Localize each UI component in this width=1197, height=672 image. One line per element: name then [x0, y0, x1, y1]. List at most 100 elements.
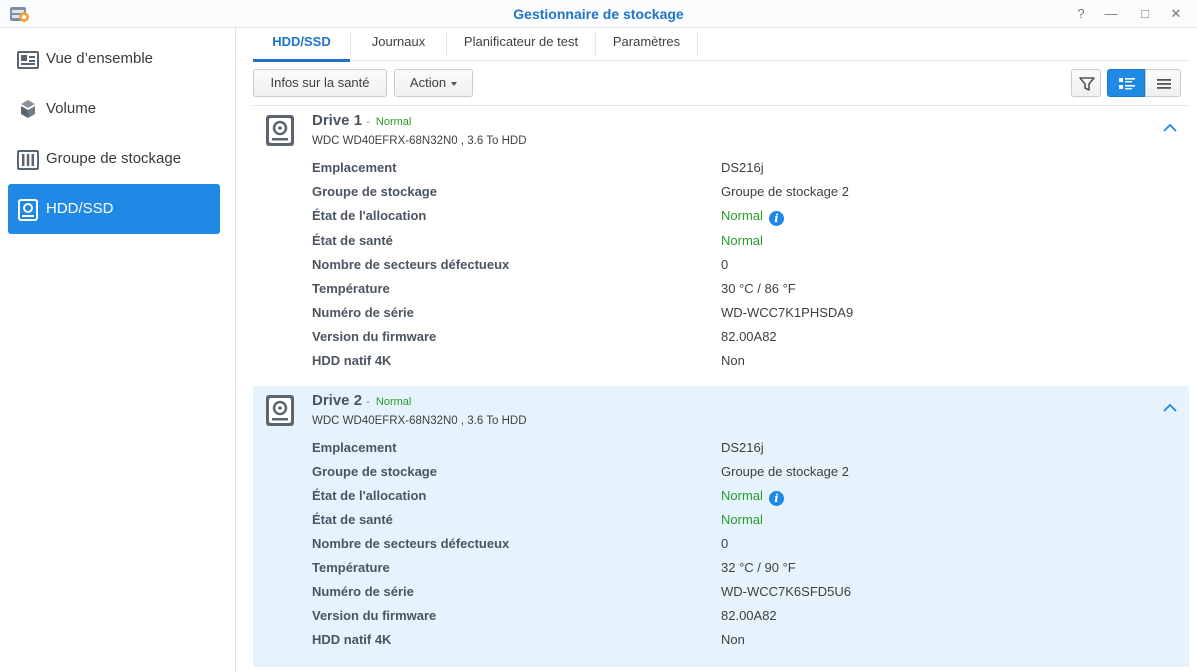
field-value: Non	[721, 632, 745, 647]
info-row: HDD natif 4K Non	[253, 632, 1189, 656]
tab-settings[interactable]: Paramètres	[596, 28, 697, 61]
drive-model: WDC WD40EFRX-68N32N0 , 3.6 To HDD	[312, 135, 527, 147]
field-label: Groupe de stockage	[312, 184, 437, 199]
drive-model: WDC WD40EFRX-68N32N0 , 3.6 To HDD	[312, 415, 527, 427]
hdd-icon	[18, 199, 38, 221]
info-row: Version du firmware 82.00A82	[253, 608, 1189, 632]
field-value: WD-WCC7K1PHSDA9	[721, 305, 854, 320]
hdd-icon	[266, 395, 294, 426]
field-label: Numéro de série	[312, 305, 414, 320]
separator: -	[366, 116, 370, 128]
sidebar-item-label: Groupe de stockage	[46, 150, 182, 167]
field-value: 82.00A82	[721, 329, 777, 344]
info-row: Température 32 °C / 90 °F	[253, 560, 1189, 584]
info-row: Température 30 °C / 86 °F	[253, 281, 1189, 305]
storage-pool-icon	[17, 150, 39, 170]
title-bar: Gestionnaire de stockage ? — □ ✕	[0, 0, 1197, 28]
chevron-up-icon[interactable]	[1162, 402, 1178, 414]
tab-bar: HDD/SSD Journaux Planificateur de test P…	[253, 28, 1189, 62]
hdd-icon	[266, 115, 294, 146]
field-value-status: Normal i	[721, 488, 784, 506]
field-value: 82.00A82	[721, 608, 777, 623]
status-text: Normal	[721, 488, 763, 503]
field-label: État de santé	[312, 512, 393, 527]
info-row: Nombre de secteurs défectueux 0	[253, 536, 1189, 560]
info-row: État de santé Normal	[253, 233, 1189, 257]
field-label: Numéro de série	[312, 584, 414, 599]
close-icon[interactable]: ✕	[1166, 4, 1186, 24]
field-label: Nombre de secteurs défectueux	[312, 536, 510, 551]
sidebar-item-label: Volume	[46, 100, 97, 117]
drive-title: Drive 1- Normal	[312, 112, 411, 129]
drive-title: Drive 2- Normal	[312, 392, 411, 409]
field-label: État de l'allocation	[312, 208, 427, 223]
list-view-toggle[interactable]	[1145, 69, 1181, 97]
info-icon[interactable]: i	[768, 491, 784, 506]
field-value: Non	[721, 353, 745, 368]
tab-hdd-ssd[interactable]: HDD/SSD	[253, 28, 350, 62]
action-dropdown-button[interactable]: Action	[394, 69, 473, 97]
drive-status: Normal	[375, 116, 412, 128]
info-row: Groupe de stockage Groupe de stockage 2	[253, 184, 1189, 208]
sidebar: Vue d’ensemble Volume Groupe de stockage…	[0, 28, 236, 672]
info-row: État de santé Normal	[253, 512, 1189, 536]
help-icon[interactable]: ?	[1071, 4, 1091, 24]
field-label: État de l'allocation	[312, 488, 427, 503]
field-value: 0	[721, 536, 729, 551]
volume-icon	[21, 100, 35, 118]
field-value-status: Normal	[721, 512, 763, 527]
sidebar-item-storage-pool[interactable]: Groupe de stockage	[8, 134, 220, 184]
minimize-icon[interactable]: —	[1101, 4, 1121, 24]
drive-name: Drive 2	[312, 392, 363, 409]
sidebar-item-hdd-ssd[interactable]: HDD/SSD	[8, 184, 220, 234]
drive-status: Normal	[375, 396, 412, 408]
sidebar-item-overview[interactable]: Vue d’ensemble	[8, 34, 220, 84]
field-value: 0	[721, 257, 729, 272]
tab-label: HDD/SSD	[272, 34, 331, 49]
tab-test-scheduler[interactable]: Planificateur de test	[447, 28, 595, 61]
field-value: WD-WCC7K6SFD5U6	[721, 584, 852, 599]
maximize-icon[interactable]: □	[1135, 4, 1155, 24]
info-row: Nombre de secteurs défectueux 0	[253, 257, 1189, 281]
detail-view-toggle[interactable]	[1107, 69, 1145, 97]
info-icon[interactable]: i	[768, 211, 784, 226]
field-label: Nombre de secteurs défectueux	[312, 257, 510, 272]
field-value: Groupe de stockage 2	[721, 464, 849, 479]
separator: -	[366, 396, 370, 408]
field-label: Température	[312, 560, 390, 575]
info-row: Groupe de stockage Groupe de stockage 2	[253, 464, 1189, 488]
info-row: Numéro de série WD-WCC7K6SFD5U6	[253, 584, 1189, 608]
tab-active-indicator	[253, 59, 350, 62]
field-label: HDD natif 4K	[312, 632, 392, 647]
sidebar-item-volume[interactable]: Volume	[8, 84, 220, 134]
filter-button[interactable]	[1071, 69, 1101, 97]
drive-panel-1[interactable]: Drive 1- Normal WDC WD40EFRX-68N32N0 , 3…	[253, 106, 1189, 387]
health-info-button[interactable]: Infos sur la santé	[253, 69, 387, 97]
field-label: Emplacement	[312, 440, 397, 455]
tab-logs[interactable]: Journaux	[351, 28, 446, 61]
drive-panel-2[interactable]: Drive 2- Normal WDC WD40EFRX-68N32N0 , 3…	[253, 386, 1189, 667]
field-label: Version du firmware	[312, 329, 437, 344]
info-row: HDD natif 4K Non	[253, 353, 1189, 377]
field-value: DS216j	[721, 160, 764, 175]
filter-icon	[1079, 77, 1095, 91]
sidebar-item-label: Vue d’ensemble	[46, 50, 154, 67]
field-value: Groupe de stockage 2	[721, 184, 849, 199]
field-label: Température	[312, 281, 390, 296]
info-row: Version du firmware 82.00A82	[253, 329, 1189, 353]
status-text: Normal	[721, 208, 763, 223]
field-label: HDD natif 4K	[312, 353, 392, 368]
chevron-down-icon	[451, 81, 458, 86]
drive-name: Drive 1	[312, 112, 363, 129]
field-label: État de santé	[312, 233, 393, 248]
field-value: DS216j	[721, 440, 764, 455]
chevron-up-icon[interactable]	[1162, 122, 1178, 134]
info-row: État de l'allocation Normal i	[253, 488, 1189, 512]
sidebar-item-label: HDD/SSD	[46, 200, 114, 217]
field-label: Version du firmware	[312, 608, 437, 623]
list-view-icon	[1157, 79, 1171, 89]
info-row: Emplacement DS216j	[253, 440, 1189, 464]
info-row: État de l'allocation Normal i	[253, 208, 1189, 232]
field-value: 32 °C / 90 °F	[721, 560, 796, 575]
info-row: Emplacement DS216j	[253, 160, 1189, 184]
